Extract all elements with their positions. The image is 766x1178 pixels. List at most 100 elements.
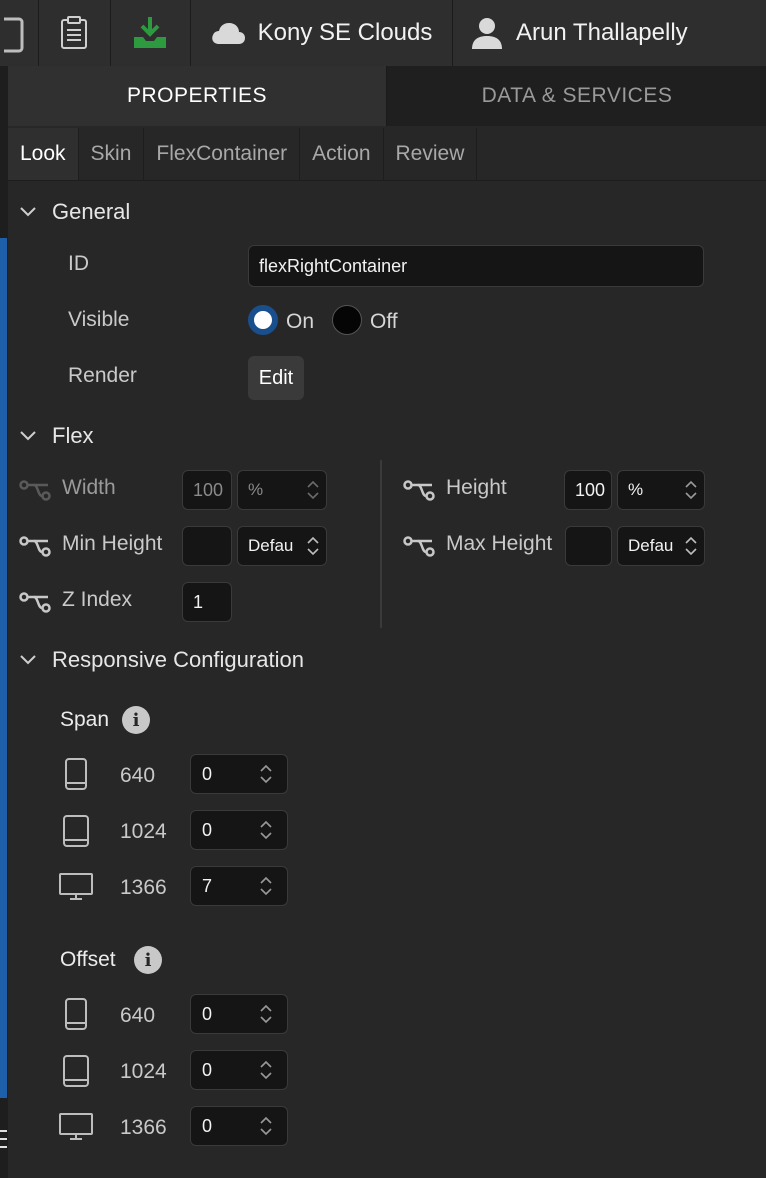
subtab-look[interactable]: Look (8, 128, 79, 180)
id-label: ID (68, 252, 89, 275)
height-label: Height (446, 476, 507, 499)
offset-1366-stepper[interactable]: 0 (190, 1106, 288, 1146)
span-640-label: 640 (120, 764, 156, 787)
download-icon (134, 17, 166, 48)
min-height-unit-value: Defau (248, 536, 294, 555)
subtab-skin[interactable]: Skin (79, 128, 145, 180)
height-unit-value: % (628, 480, 644, 499)
flex-column-divider (380, 460, 382, 628)
flex-branch-icon (403, 536, 435, 557)
spinner-arrows-icon (260, 1004, 272, 1024)
offset-label: Offset (60, 948, 116, 971)
offset-1024-stepper[interactable]: 0 (190, 1050, 288, 1090)
offset-640-value: 0 (202, 1003, 213, 1024)
visible-on-label: On (286, 310, 315, 333)
chevron-down-icon (20, 207, 36, 217)
visible-off-radio[interactable] (332, 305, 362, 335)
span-1366-value: 7 (202, 875, 213, 896)
spinner-arrows-icon (260, 1060, 272, 1080)
spinner-arrows-icon (260, 1116, 272, 1136)
width-unit-value: % (248, 480, 264, 499)
cloud-icon (211, 23, 245, 44)
desktop-icon (59, 1113, 93, 1140)
spinner-arrows-icon (260, 764, 272, 784)
chevron-down-icon (20, 655, 36, 665)
subtab-action[interactable]: Action (300, 128, 384, 180)
spinner-arrows-icon (307, 480, 319, 500)
tab-data-services[interactable]: DATA & SERVICES (387, 66, 766, 126)
user-name: Arun Thallapelly (516, 19, 688, 46)
height-unit-select[interactable]: % (617, 470, 705, 510)
user-icon (472, 18, 502, 49)
responsive-section-toggle[interactable]: Responsive Configuration (18, 647, 304, 673)
phone-icon (65, 758, 87, 790)
width-input[interactable]: 100 (182, 470, 232, 510)
offset-1366-value: 0 (202, 1115, 213, 1136)
spinner-arrows-icon (307, 536, 319, 556)
width-label: Width (62, 476, 116, 499)
span-640-stepper[interactable]: 0 (190, 754, 288, 794)
flex-section-toggle[interactable]: Flex (18, 423, 94, 449)
chevron-down-icon (20, 431, 36, 441)
zindex-input[interactable]: 1 (182, 582, 232, 622)
notes-button[interactable] (38, 0, 111, 66)
spinner-arrows-icon (260, 820, 272, 840)
offset-640-stepper[interactable]: 0 (190, 994, 288, 1034)
offset-info-icon[interactable]: i (134, 946, 162, 974)
span-1024-value: 0 (202, 819, 213, 840)
span-1366-label: 1366 (120, 876, 167, 899)
width-unit-select[interactable]: % (237, 470, 327, 510)
offset-1024-value: 0 (202, 1059, 213, 1080)
top-toolbar: Kony SE Clouds Arun Thallapelly (0, 0, 766, 67)
span-1024-label: 1024 (120, 820, 167, 843)
tab-properties[interactable]: PROPERTIES (8, 66, 387, 126)
flex-branch-icon (19, 536, 51, 557)
device-button[interactable] (0, 0, 39, 66)
user-account-button[interactable]: Arun Thallapelly (452, 0, 766, 66)
tablet-icon (63, 815, 89, 847)
cloud-label: Kony SE Clouds (257, 19, 433, 46)
property-subtabs: Look Skin FlexContainer Action Review (8, 128, 766, 181)
flex-branch-icon (403, 480, 435, 501)
download-button[interactable] (110, 0, 191, 66)
subtab-review[interactable]: Review (384, 128, 478, 180)
min-height-unit-select[interactable]: Defau (237, 526, 327, 566)
phone-icon (65, 998, 87, 1030)
span-info-icon[interactable]: i (122, 706, 150, 734)
offset-640-label: 640 (120, 1004, 156, 1027)
render-label: Render (68, 364, 137, 387)
max-height-label: Max Height (446, 532, 553, 555)
span-640-value: 0 (202, 763, 213, 784)
offset-1024-label: 1024 (120, 1060, 167, 1083)
spinner-arrows-icon (685, 480, 697, 500)
clipboard-icon (61, 16, 87, 49)
drag-handle-icon[interactable] (0, 1126, 8, 1152)
span-1024-stepper[interactable]: 0 (190, 810, 288, 850)
flex-branch-icon (19, 592, 51, 613)
main-tabs: PROPERTIES DATA & SERVICES (8, 66, 766, 126)
min-height-label: Min Height (62, 532, 163, 555)
general-section-toggle[interactable]: General (18, 199, 130, 225)
desktop-icon (59, 873, 93, 900)
offset-1366-label: 1366 (120, 1116, 167, 1139)
general-section-title: General (52, 199, 131, 224)
responsive-section-title: Responsive Configuration (52, 647, 304, 672)
height-input[interactable]: 100 (564, 470, 612, 510)
span-label: Span (60, 708, 110, 731)
selection-highlight (0, 238, 7, 1098)
flex-section-title: Flex (52, 423, 94, 448)
render-edit-button[interactable]: Edit (248, 356, 304, 400)
subtab-flexcontainer[interactable]: FlexContainer (144, 128, 301, 180)
max-height-input[interactable] (565, 526, 612, 566)
min-height-input[interactable] (182, 526, 232, 566)
zindex-label: Z Index (62, 588, 133, 611)
device-icon (4, 17, 24, 53)
span-1366-stepper[interactable]: 7 (190, 866, 288, 906)
cloud-account-button[interactable]: Kony SE Clouds (190, 0, 453, 66)
id-input[interactable]: flexRightContainer (248, 245, 704, 287)
visible-on-radio[interactable] (248, 305, 278, 335)
max-height-unit-select[interactable]: Defau (617, 526, 705, 566)
max-height-unit-value: Defau (628, 536, 674, 555)
spinner-arrows-icon (685, 536, 697, 556)
visible-label: Visible (68, 308, 130, 331)
